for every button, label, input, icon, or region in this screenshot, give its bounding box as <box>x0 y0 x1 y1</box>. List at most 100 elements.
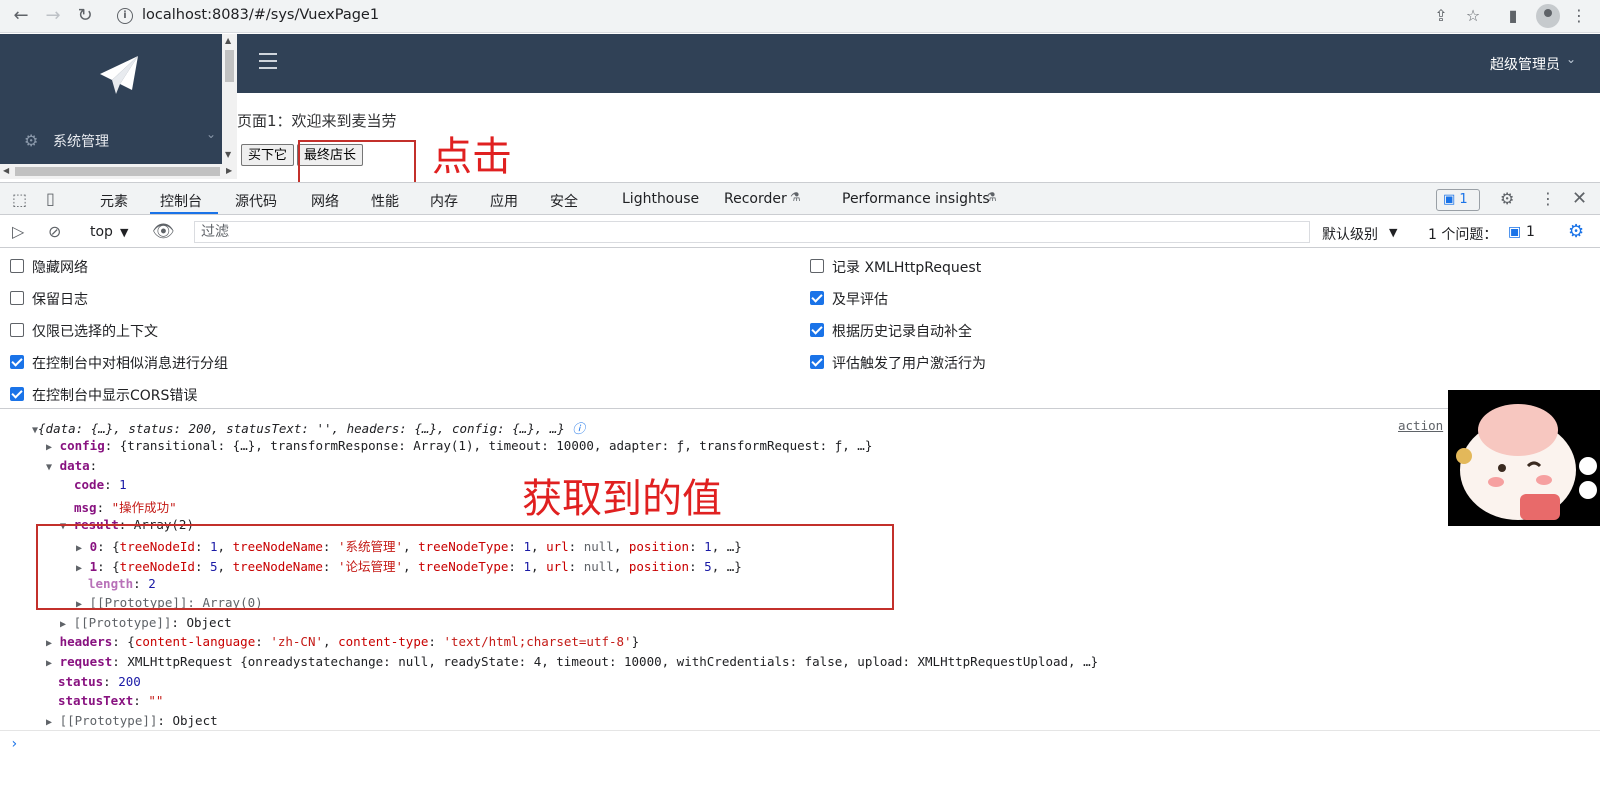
gear-icon: ⚙ <box>24 131 39 150</box>
status-text-row: statusText: "" <box>58 693 164 708</box>
more-options-icon[interactable]: ⋮ <box>1540 189 1556 208</box>
sidebar-item-label: 系统管理 <box>53 134 109 150</box>
profile-avatar[interactable] <box>1536 4 1560 28</box>
user-activation-label: 评估触发了用户激活行为 <box>832 356 986 372</box>
console-filter-input[interactable]: 过滤 <box>194 221 1310 243</box>
browser-toolbar: ← → ↻ i localhost:8083/#/sys/VuexPage1 ⇪… <box>0 0 1600 33</box>
sidebar-item-system[interactable]: ⚙ 系统管理 ⌄ <box>0 124 222 156</box>
data-prototype-row[interactable]: ▶ [[Prototype]]: Object <box>60 615 232 630</box>
sidebar-toggle-icon[interactable]: ▷ <box>12 222 24 241</box>
log-xhr-checkbox[interactable] <box>810 259 824 273</box>
user-activation-checkbox[interactable] <box>810 355 824 369</box>
eye-icon[interactable]: 👁 <box>152 221 175 242</box>
chevron-down-icon[interactable]: ⌄ <box>1566 52 1576 66</box>
inspect-element-icon[interactable]: ⬚ <box>12 190 27 209</box>
tab-security[interactable]: 安全 <box>550 191 578 211</box>
headers-row[interactable]: ▶ headers: {content-language: 'zh-CN', c… <box>46 634 639 649</box>
annotation-result-box <box>36 524 894 610</box>
site-info-icon[interactable]: i <box>117 8 133 24</box>
issues-count-text[interactable]: 1 个问题： <box>1428 224 1497 244</box>
group-similar-checkbox[interactable] <box>10 355 24 369</box>
collapse-menu-icon[interactable] <box>259 53 277 71</box>
bookmark-star-icon[interactable]: ☆ <box>1462 5 1484 27</box>
tab-application[interactable]: 应用 <box>490 191 518 211</box>
tab-recorder[interactable]: Recorder <box>724 191 787 207</box>
preserve-log-checkbox[interactable] <box>10 291 24 305</box>
context-selector[interactable]: top <box>90 224 113 240</box>
console-object-summary[interactable]: ▼{data: {…}, status: 200, statusText: ''… <box>32 418 585 437</box>
settings-gear-icon[interactable]: ⚙ <box>1500 189 1514 208</box>
app-header: 超级管理员 ⌄ <box>237 34 1600 93</box>
level-caret-icon[interactable]: ▼ <box>1389 226 1397 239</box>
scroll-down-icon[interactable]: ▼ <box>225 150 231 159</box>
close-icon[interactable]: ✕ <box>1572 188 1587 209</box>
paper-plane-logo-icon <box>100 56 138 94</box>
config-row[interactable]: ▶ config: {transitional: {…}, transformR… <box>46 438 872 453</box>
hide-network-label: 隐藏网络 <box>32 260 88 276</box>
cartoon-sticker-image <box>1448 390 1600 526</box>
status-row: status: 200 <box>58 674 141 689</box>
buy-button[interactable]: 买下它 <box>241 144 295 166</box>
tab-elements[interactable]: 元素 <box>100 191 128 211</box>
selected-context-label: 仅限已选择的上下文 <box>32 324 158 340</box>
sidebar-vertical-scrollbar[interactable]: ▲ ▼ <box>222 34 237 174</box>
annotation-value-label: 获取到的值 <box>522 476 722 522</box>
group-similar-label: 在控制台中对相似消息进行分组 <box>32 356 228 372</box>
selected-context-checkbox[interactable] <box>10 323 24 337</box>
request-row[interactable]: ▶ request: XMLHttpRequest {onreadystatec… <box>46 654 1098 669</box>
context-caret-icon[interactable]: ▼ <box>120 226 128 239</box>
code-row: code: 1 <box>74 477 127 492</box>
log-xhr-label: 记录 XMLHttpRequest <box>832 260 982 276</box>
show-cors-label: 在控制台中显示CORS错误 <box>32 388 198 404</box>
issues-count: 1 <box>1526 224 1535 240</box>
tab-console[interactable]: 控制台 <box>160 191 202 211</box>
devtools-tab-bar: ⬚ ▯ 元素 控制台 源代码 网络 性能 内存 应用 安全 Lighthouse… <box>0 183 1600 215</box>
clear-console-icon[interactable]: ⊘ <box>48 222 61 241</box>
data-row[interactable]: ▼ data: <box>46 458 97 473</box>
source-link[interactable]: action <box>1398 418 1443 433</box>
url-text: localhost:8083/#/sys/VuexPage1 <box>142 7 380 23</box>
issue-message-icon[interactable]: ▣ <box>1508 224 1521 240</box>
devtools-panel: ⬚ ▯ 元素 控制台 源代码 网络 性能 内存 应用 安全 Lighthouse… <box>0 182 1600 788</box>
reload-icon[interactable]: ↻ <box>72 3 98 29</box>
scrollbar-thumb[interactable] <box>225 50 234 82</box>
tab-lighthouse[interactable]: Lighthouse <box>622 191 699 207</box>
experiment-flask-icon: ⚗ <box>790 190 801 204</box>
side-panel-icon[interactable]: ▮ <box>1502 5 1524 27</box>
user-menu[interactable]: 超级管理员 <box>1490 54 1560 74</box>
issues-badge-count: 1 <box>1459 192 1468 207</box>
chevron-down-icon: ⌄ <box>206 127 217 141</box>
root-prototype-row[interactable]: ▶ [[Prototype]]: Object <box>46 713 218 728</box>
scroll-up-icon[interactable]: ▲ <box>225 36 231 45</box>
share-icon[interactable]: ⇪ <box>1430 5 1452 27</box>
eager-eval-label: 及早评估 <box>832 292 888 308</box>
active-tab-indicator <box>150 212 218 214</box>
tab-memory[interactable]: 内存 <box>430 191 458 211</box>
tab-performance[interactable]: 性能 <box>371 191 399 211</box>
console-settings-gear-icon[interactable]: ⚙ <box>1568 221 1584 242</box>
hide-network-checkbox[interactable] <box>10 259 24 273</box>
tab-sources[interactable]: 源代码 <box>235 191 277 211</box>
forward-icon[interactable]: → <box>40 3 66 29</box>
preserve-log-label: 保留日志 <box>32 292 88 308</box>
issues-badge[interactable]: ▣ 1 <box>1436 189 1480 211</box>
console-divider <box>0 730 1600 731</box>
log-level-selector[interactable]: 默认级别 <box>1322 224 1378 244</box>
scroll-left-icon[interactable]: ◀ <box>3 166 9 175</box>
device-toolbar-icon[interactable]: ▯ <box>46 189 55 208</box>
console-prompt-icon[interactable]: › <box>10 736 18 752</box>
eager-eval-checkbox[interactable] <box>810 291 824 305</box>
scrollbar-thumb[interactable] <box>15 167 220 176</box>
app-viewport: ⚙ 系统管理 ⌄ ▲ ▼ ◀ ▶ 超级管理员 ⌄ 页面1：欢迎来到麦当劳 买下它… <box>0 34 1600 182</box>
back-icon[interactable]: ← <box>8 3 34 29</box>
tab-performance-insights[interactable]: Performance insights <box>842 191 990 207</box>
show-cors-checkbox[interactable] <box>10 387 24 401</box>
tab-network[interactable]: 网络 <box>311 191 339 211</box>
sidebar-horizontal-scrollbar[interactable]: ◀ ▶ <box>0 164 237 179</box>
experiment-flask-icon: ⚗ <box>986 190 997 204</box>
autocomplete-checkbox[interactable] <box>810 323 824 337</box>
scroll-right-icon[interactable]: ▶ <box>226 166 232 175</box>
address-bar[interactable]: i localhost:8083/#/sys/VuexPage1 <box>110 3 1500 30</box>
console-toolbar: ▷ ⊘ top ▼ 👁 过滤 默认级别 ▼ 1 个问题： ▣ 1 ⚙ <box>0 216 1600 248</box>
more-menu-icon[interactable]: ⋮ <box>1568 5 1590 27</box>
